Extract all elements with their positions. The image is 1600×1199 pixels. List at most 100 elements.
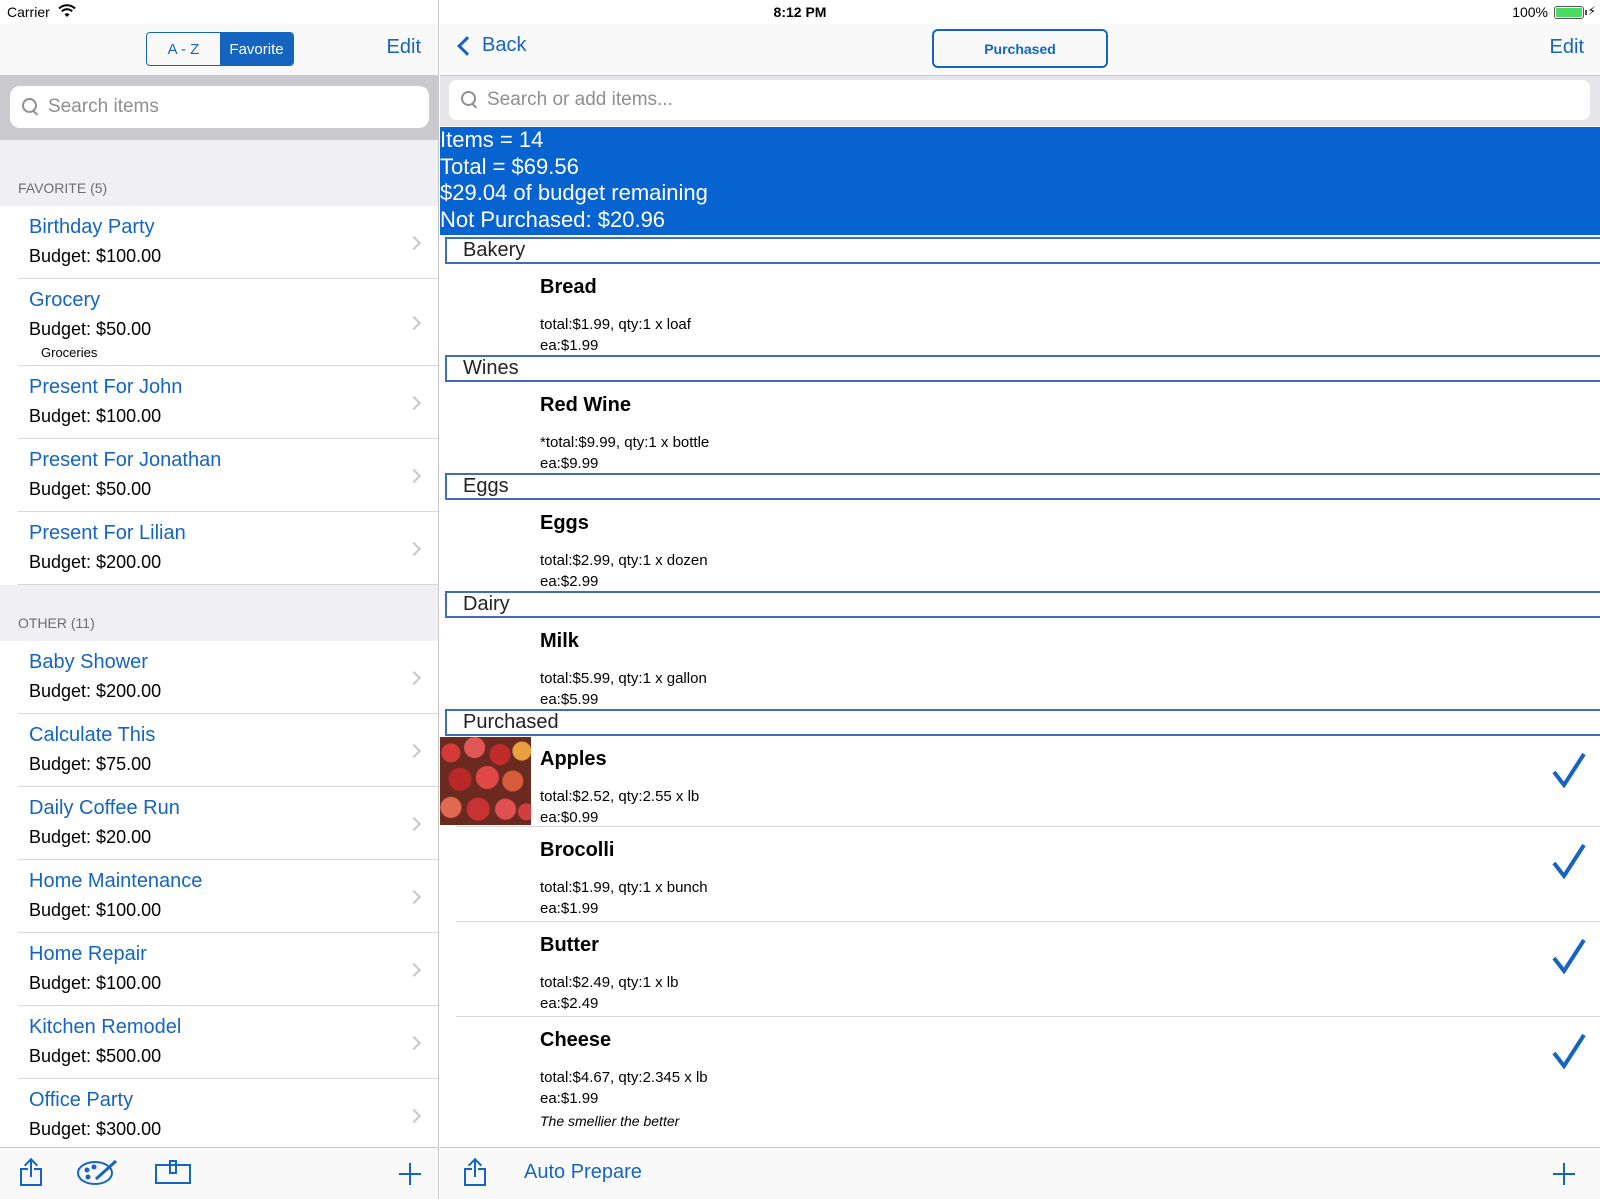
not-purchased-amount: Not Purchased: $20.96: [440, 206, 666, 232]
items-table[interactable]: Bakery Bread total:$1.99, qty:1 x loaf e…: [440, 237, 1600, 1147]
list-note: Groceries: [41, 345, 98, 360]
list-title: Home Maintenance: [29, 870, 203, 892]
add-list-icon[interactable]: [399, 1163, 421, 1185]
item-note: The smellier the better: [540, 1113, 680, 1129]
auto-prepare-button[interactable]: Auto Prepare: [524, 1161, 642, 1184]
search-icon: [461, 91, 479, 109]
segment-favorite[interactable]: Favorite: [220, 33, 293, 65]
checkmark-icon[interactable]: [1552, 843, 1586, 879]
checkmark-icon[interactable]: [1552, 752, 1586, 788]
items-count: Items = 14: [440, 127, 544, 152]
item-total: total:$1.99, qty:1 x bunch: [540, 879, 708, 896]
list-budget: Budget: $200.00: [29, 681, 162, 701]
list-row-grocery[interactable]: Grocery Budget: $50.00 Groceries: [0, 279, 438, 366]
list-title: Daily Coffee Run: [29, 797, 180, 819]
right-search-bar: Search or add items...: [440, 76, 1600, 126]
list-row-birthday-party[interactable]: Birthday Party Budget: $100.00: [0, 206, 438, 279]
list-title: Kitchen Remodel: [29, 1016, 182, 1038]
list-budget: Budget: $75.00: [29, 754, 152, 774]
list-title: Birthday Party: [29, 216, 155, 238]
item-each: ea:$2.49: [540, 995, 599, 1012]
item-row-butter[interactable]: Butter total:$2.49, qty:1 x lb ea:$2.49: [440, 922, 1600, 1017]
item-each: ea:$0.99: [540, 809, 599, 826]
segment-a-z[interactable]: A - Z: [147, 33, 220, 65]
total-amount: Total = $69.56: [440, 153, 579, 179]
lists-table[interactable]: FAVORITE (5) Birthday Party Budget: $100…: [0, 140, 438, 1147]
item-row-cheese[interactable]: Cheese total:$4.67, qty:2.345 x lb ea:$1…: [440, 1017, 1600, 1137]
list-budget: Budget: $300.00: [29, 1119, 162, 1139]
left-search-bar: Search items: [0, 76, 438, 140]
search-placeholder: Search or add items...: [487, 89, 673, 110]
list-budget: Budget: $100.00: [29, 406, 162, 426]
item-row-brocolli[interactable]: Brocolli total:$1.99, qty:1 x bunch ea:$…: [440, 827, 1600, 922]
import-icon[interactable]: [155, 1160, 191, 1191]
list-budget: Budget: $100.00: [29, 246, 162, 266]
item-name: Brocolli: [540, 839, 615, 861]
checkmark-icon[interactable]: [1552, 1033, 1586, 1069]
list-budget: Budget: $200.00: [29, 552, 162, 572]
back-button[interactable]: Back: [454, 34, 526, 57]
item-row-milk[interactable]: Milk total:$5.99, qty:1 x gallon ea:$5.9…: [440, 618, 1600, 709]
app-root: Carrier 8:12 PM 100% ⚡ A - Z Favorite Ed…: [0, 0, 1600, 1199]
search-add-items-input[interactable]: Search or add items...: [449, 80, 1590, 120]
item-name: Butter: [540, 934, 599, 956]
item-row-red-wine[interactable]: Red Wine *total:$9.99, qty:1 x bottle ea…: [440, 382, 1600, 473]
section-header-other: OTHER (11): [18, 615, 95, 631]
item-row-bread[interactable]: Bread total:$1.99, qty:1 x loaf ea:$1.99: [440, 264, 1600, 355]
category-header-bakery: Bakery: [445, 237, 1600, 264]
left-edit-button[interactable]: Edit: [387, 36, 421, 59]
share-icon[interactable]: [464, 1157, 486, 1186]
share-icon[interactable]: [20, 1157, 42, 1186]
right-edit-button[interactable]: Edit: [1550, 36, 1584, 59]
budget-summary: Items = 14 Total = $69.56 $29.04 of budg…: [440, 127, 1600, 235]
item-row-apples[interactable]: Apples total:$2.52, qty:2.55 x lb ea:$0.…: [440, 736, 1600, 827]
list-row-present-for-lilian[interactable]: Present For Lilian Budget: $200.00: [0, 512, 438, 585]
add-item-icon[interactable]: [1553, 1163, 1575, 1185]
left-toolbar: [0, 1147, 438, 1199]
purchased-toggle-button[interactable]: Purchased: [932, 29, 1108, 68]
category-header-purchased: Purchased: [445, 709, 1600, 736]
item-total: total:$2.99, qty:1 x dozen: [540, 552, 708, 569]
item-name: Red Wine: [540, 394, 631, 416]
category-header-eggs: Eggs: [445, 473, 1600, 500]
search-icon: [22, 98, 40, 116]
list-row-present-for-jonathan[interactable]: Present For Jonathan Budget: $50.00: [0, 439, 438, 512]
category-header-dairy: Dairy: [445, 591, 1600, 618]
apples-photo: [440, 737, 531, 825]
list-row-baby-shower[interactable]: Baby Shower Budget: $200.00: [0, 641, 438, 714]
item-name: Bread: [540, 276, 597, 298]
search-items-input[interactable]: Search items: [10, 86, 429, 128]
list-title: Grocery: [29, 289, 101, 311]
right-toolbar: Auto Prepare: [440, 1147, 1600, 1199]
sort-segmented-control[interactable]: A - Z Favorite: [146, 32, 294, 66]
item-each: ea:$9.99: [540, 455, 599, 472]
list-title: Present For Jonathan: [29, 449, 222, 471]
budget-remaining: $29.04 of budget remaining: [440, 180, 708, 205]
item-row-eggs[interactable]: Eggs total:$2.99, qty:1 x dozen ea:$2.99: [440, 500, 1600, 591]
list-title: Calculate This: [29, 724, 156, 746]
list-row-daily-coffee-run[interactable]: Daily Coffee Run Budget: $20.00: [0, 787, 438, 860]
list-title: Baby Shower: [29, 651, 148, 673]
list-budget: Budget: $100.00: [29, 973, 162, 993]
list-budget: Budget: $500.00: [29, 1046, 162, 1066]
palette-icon[interactable]: [76, 1157, 118, 1194]
list-row-calculate-this[interactable]: Calculate This Budget: $75.00: [0, 714, 438, 787]
list-title: Present For John: [29, 376, 183, 398]
item-name: Apples: [540, 748, 607, 770]
section-header-favorite: FAVORITE (5): [18, 180, 108, 196]
item-name: Cheese: [540, 1029, 612, 1051]
checkmark-icon[interactable]: [1552, 938, 1586, 974]
back-label: Back: [482, 34, 527, 56]
list-row-home-maintenance[interactable]: Home Maintenance Budget: $100.00: [0, 860, 438, 933]
item-total: total:$4.67, qty:2.345 x lb: [540, 1069, 708, 1086]
list-row-present-for-john[interactable]: Present For John Budget: $100.00: [0, 366, 438, 439]
lists-pane: A - Z Favorite Edit Search items FAVORIT…: [0, 0, 439, 1199]
list-row-kitchen-remodel[interactable]: Kitchen Remodel Budget: $500.00: [0, 1006, 438, 1079]
list-row-office-party[interactable]: Office Party Budget: $300.00: [0, 1079, 438, 1147]
items-pane: Back Purchased Edit Search or add items.…: [440, 0, 1600, 1199]
left-nav-bar: A - Z Favorite Edit: [0, 24, 438, 76]
item-name: Eggs: [540, 512, 589, 534]
list-budget: Budget: $50.00: [29, 319, 152, 339]
item-each: ea:$5.99: [540, 691, 599, 708]
list-row-home-repair[interactable]: Home Repair Budget: $100.00: [0, 933, 438, 1006]
